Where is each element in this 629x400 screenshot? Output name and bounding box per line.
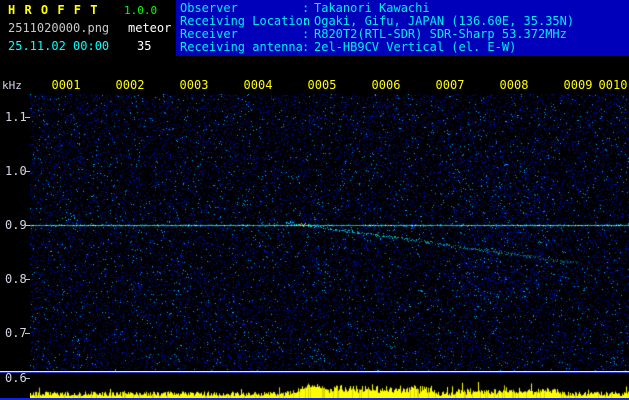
observer-info-panel: Observer : Takanori Kawachi Receiving Lo… [176,0,629,56]
freq-label: 0.6 [5,371,27,385]
time-label: 0002 [115,78,145,92]
info-row-antenna: Receiving antenna : 2el-HB9CV Vertical (… [180,41,629,54]
spectrogram-canvas [30,94,629,371]
count-label: 35 [137,39,152,53]
info-label: Receiving antenna [180,40,303,54]
freq-label: 0.7 [5,326,27,340]
time-label: 0005 [307,78,337,92]
hrofft-window: H R O F F T 1.0.0 2511020000.png meteor … [0,0,629,400]
app-version: 1.0.0 [124,4,158,17]
time-label: 0010 [598,78,628,92]
separator-line-shadow [0,372,629,373]
info-colon: : [302,40,310,54]
info-value: 2el-HB9CV Vertical (el. E-W) [314,40,517,54]
time-label: 0004 [243,78,273,92]
time-label: 0009 [563,78,593,92]
time-label: 0001 [51,78,81,92]
time-label: 0007 [435,78,465,92]
level-meter-canvas [30,374,629,398]
time-axis: 0001 0002 0003 0004 0005 0006 0007 0008 0009 0010 [0,78,629,92]
time-label: 0003 [179,78,209,92]
freq-label: 0.8 [5,272,27,286]
time-label: 0008 [499,78,529,92]
freq-label: 0.9 [5,218,27,232]
time-label: 0006 [371,78,401,92]
freq-label: 1.1 [5,110,27,124]
mode-label: meteor [128,21,172,35]
freq-label: 1.0 [5,164,27,178]
freq-axis: 1.1 1.0 0.9 0.8 0.7 0.6 [0,0,30,400]
